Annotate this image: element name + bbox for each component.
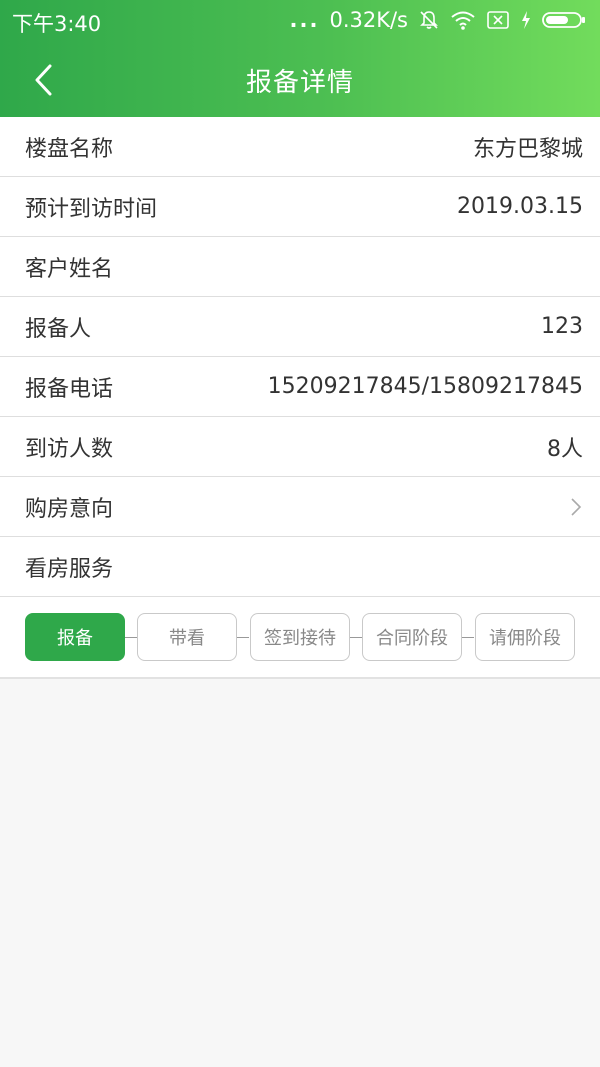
network-speed: 0.32K/s xyxy=(329,8,408,32)
status-icons: ... 0.32K/s xyxy=(290,8,586,32)
page-title: 报备详情 xyxy=(245,68,354,98)
row-label: 报备人 xyxy=(25,316,92,342)
chevron-right-icon xyxy=(571,497,582,516)
row-visitor-count: 到访人数 8人 xyxy=(0,417,600,477)
charging-icon xyxy=(522,11,530,29)
row-visit-time: 预计到访时间 2019.03.15 xyxy=(0,177,600,237)
row-label: 预计到访时间 xyxy=(25,196,158,222)
step-commission[interactable]: 请佣阶段 xyxy=(475,613,575,661)
bell-muted-icon xyxy=(420,11,438,29)
row-label: 看房服务 xyxy=(25,556,114,582)
row-label: 到访人数 xyxy=(25,436,114,462)
wifi-icon xyxy=(451,11,475,30)
row-label: 客户姓名 xyxy=(25,256,114,282)
row-value: 123 xyxy=(541,314,583,339)
battery-icon xyxy=(542,12,585,28)
row-reporter: 报备人 123 xyxy=(0,297,600,357)
navigation-bar: 报备详情 xyxy=(0,42,600,117)
status-dots: ... xyxy=(289,8,320,32)
row-value: 8人 xyxy=(547,436,583,462)
step-connector xyxy=(350,637,362,638)
row-label: 报备电话 xyxy=(25,376,114,402)
row-value: 15209217845/15809217845 xyxy=(267,374,583,399)
progress-steps: 报备 带看 签到接待 合同阶段 请佣阶段 xyxy=(0,597,600,679)
step-connector xyxy=(237,637,249,638)
step-report[interactable]: 报备 xyxy=(25,613,125,661)
row-label: 购房意向 xyxy=(25,496,114,522)
detail-list: 楼盘名称 东方巴黎城 预计到访时间 2019.03.15 客户姓名 报备人 12… xyxy=(0,117,600,597)
step-check-in[interactable]: 签到接待 xyxy=(250,613,350,661)
row-value: 2019.03.15 xyxy=(457,194,583,219)
step-contract[interactable]: 合同阶段 xyxy=(362,613,462,661)
row-project-name: 楼盘名称 东方巴黎城 xyxy=(0,117,600,177)
row-viewing-service: 看房服务 xyxy=(0,537,600,597)
step-connector xyxy=(125,637,137,638)
row-reporter-phone: 报备电话 15209217845/15809217845 xyxy=(0,357,600,417)
row-purchase-intent[interactable]: 购房意向 xyxy=(0,477,600,537)
row-label: 楼盘名称 xyxy=(25,136,114,162)
status-time: 下午3:40 xyxy=(12,12,102,36)
step-connector xyxy=(462,637,474,638)
step-accompany[interactable]: 带看 xyxy=(137,613,237,661)
sim-icon xyxy=(487,11,509,29)
status-bar: 下午3:40 ... 0.32K/s xyxy=(0,0,600,42)
row-value: 东方巴黎城 xyxy=(472,136,583,162)
app-header: 下午3:40 ... 0.32K/s 报备详情 xyxy=(0,0,600,117)
row-customer-name: 客户姓名 xyxy=(0,237,600,297)
